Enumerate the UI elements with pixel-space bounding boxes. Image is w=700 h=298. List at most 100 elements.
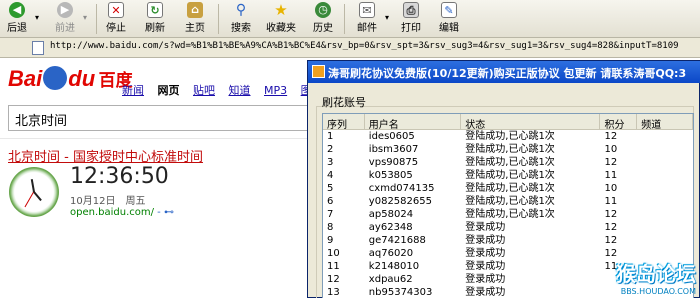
cell-user: ap58024 [368, 209, 414, 220]
cell-id: 1 [327, 131, 334, 142]
refresh-button[interactable]: ↻ 刷新 [140, 2, 170, 36]
nav-news[interactable]: 新闻 [122, 84, 144, 97]
cell-id: 12 [327, 274, 340, 285]
cell-id: 7 [327, 209, 334, 220]
cell-status: 登录成功 [465, 274, 506, 285]
home-button[interactable]: ⌂ 主页 [180, 2, 210, 36]
col-header-points[interactable]: 积分 [600, 114, 638, 131]
cell-status: 登录成功 [465, 248, 506, 259]
col-header-channel[interactable]: 频道 [637, 114, 693, 131]
cell-channel [637, 221, 693, 234]
table-header: 序列 用户名 状态 积分 频道 [323, 114, 693, 131]
cell-id: 8 [327, 222, 334, 233]
favorites-button[interactable]: ★ 收藏夹 [262, 2, 300, 36]
cell-user: vps90875 [368, 157, 419, 168]
forward-button[interactable]: ▶ 前进 [50, 2, 80, 36]
cell-user: cxmd074135 [368, 183, 435, 194]
back-label: 后退 [7, 23, 27, 34]
cell-id: 9 [327, 235, 334, 246]
cell-points: 12 [604, 209, 618, 220]
mail-button[interactable]: ✉ 邮件 [352, 2, 382, 36]
history-button[interactable]: ◷ 历史 [308, 2, 338, 36]
refresh-icon: ↻ [147, 2, 163, 18]
stop-label: 停止 [106, 23, 126, 34]
chevron-down-icon: ▾ [82, 13, 87, 22]
screenshot-root: ◀ 后退 ▾ ▶ 前进 ▾ ✕ 停止 ↻ 刷新 ⌂ 主页 ⚲ 搜索 ★ 收藏夹 … [0, 0, 700, 298]
cell-status: 登录成功 [465, 235, 506, 246]
edit-icon: ✎ [441, 2, 457, 18]
watermark-logo: 猴岛论坛 BBS.HOUDAO.COM [596, 258, 700, 298]
table-row[interactable]: 2 ibsm3607 登陆成功,已心跳1次 10 [323, 143, 693, 156]
table-row[interactable]: 8 ay62348 登录成功 12 [323, 221, 693, 234]
cell-user: xdpau62 [368, 274, 413, 285]
search-button[interactable]: ⚲ 搜索 [226, 2, 256, 36]
chevron-down-icon: ▾ [384, 13, 389, 22]
stop-icon: ✕ [108, 2, 124, 18]
nav-mp3[interactable]: MP3 [264, 84, 287, 97]
watermark-url: BBS.HOUDAO.COM [620, 287, 696, 296]
mail-icon: ✉ [359, 2, 375, 18]
table-row[interactable]: 6 y082582655 登陆成功,已心跳1次 11 [323, 195, 693, 208]
cell-channel [637, 143, 693, 156]
cell-points: 12 [604, 235, 618, 246]
cell-channel [637, 182, 693, 195]
stop-button[interactable]: ✕ 停止 [101, 2, 131, 36]
page-icon [32, 41, 44, 55]
cell-channel [637, 169, 693, 182]
search-input[interactable]: 北京时间 [8, 105, 308, 131]
logo-text-left: Bai [8, 66, 43, 91]
cell-points: 10 [604, 183, 618, 194]
table-row[interactable]: 5 cxmd074135 登陆成功,已心跳1次 10 [323, 182, 693, 195]
cell-id: 13 [327, 287, 340, 298]
result-title-link[interactable]: 北京时间 - 国家授时中心标准时间 [8, 146, 203, 165]
home-label: 主页 [185, 23, 205, 34]
result-url-text: open.baidu.com/ [70, 207, 154, 218]
cell-id: 4 [327, 170, 334, 181]
cell-points: 12 [604, 222, 618, 233]
cell-user: ides0605 [368, 131, 415, 142]
result-url[interactable]: open.baidu.com/ - ⊷ [70, 207, 174, 218]
baidu-logo[interactable]: Bai du 百度 [8, 66, 133, 100]
popup-titlebar[interactable]: 涛哥刷花协议免费版(10/12更新)购买正版协议 包更新 请联系涛哥QQ:3 [308, 61, 700, 83]
table-row[interactable]: 3 vps90875 登陆成功,已心跳1次 12 [323, 156, 693, 169]
cell-channel [637, 156, 693, 169]
back-arrow-icon: ◀ [9, 2, 25, 18]
table-row[interactable]: 7 ap58024 登陆成功,已心跳1次 12 [323, 208, 693, 221]
back-button[interactable]: ◀ 后退 [2, 2, 32, 36]
home-icon: ⌂ [187, 2, 203, 18]
nav-zhidao[interactable]: 知道 [229, 84, 251, 97]
cell-user: nb95374303 [368, 287, 433, 298]
cell-id: 11 [327, 261, 340, 272]
table-row[interactable]: 9 ge7421688 登录成功 12 [323, 234, 693, 247]
cell-user: aq76020 [368, 248, 414, 259]
popup-title: 涛哥刷花协议免费版(10/12更新)购买正版协议 包更新 请联系涛哥QQ:3 [328, 67, 687, 80]
weekday-text: 周五 [125, 196, 146, 207]
cell-id: 5 [327, 183, 334, 194]
col-header-status[interactable]: 状态 [461, 114, 601, 131]
favorites-label: 收藏夹 [266, 23, 296, 34]
cell-channel [637, 234, 693, 247]
cell-status: 登陆成功,已心跳1次 [465, 209, 555, 220]
nav-tieba[interactable]: 贴吧 [193, 84, 215, 97]
history-label: 历史 [313, 23, 333, 34]
cell-status: 登陆成功,已心跳1次 [465, 144, 555, 155]
cell-points: 12 [604, 131, 618, 142]
paw-icon [43, 66, 68, 90]
cell-user: y082582655 [368, 196, 432, 207]
cell-user: k053805 [368, 170, 413, 181]
address-url[interactable]: http://www.baidu.com/s?wd=%B1%B1%BE%A9%C… [50, 41, 679, 51]
table-row[interactable]: 1 ides0605 登陆成功,已心跳1次 12 [323, 130, 693, 143]
col-header-id[interactable]: 序列 [323, 114, 365, 131]
table-row[interactable]: 4 k053805 登陆成功,已心跳1次 11 [323, 169, 693, 182]
col-header-user[interactable]: 用户名 [365, 114, 462, 131]
edit-button[interactable]: ✎ 编辑 [434, 2, 464, 36]
nav-web[interactable]: 网页 [158, 84, 180, 97]
clock-icon [9, 167, 59, 217]
print-button[interactable]: ⎙ 打印 [396, 2, 426, 36]
baidu-page: Baidu 百度 新闻 网页 贴吧 知道 MP3 图片 北京时间 北京时间 - … [0, 58, 323, 298]
cell-user: k2148010 [368, 261, 420, 272]
cell-user: ge7421688 [368, 235, 426, 246]
divider [0, 138, 310, 139]
edit-label: 编辑 [439, 23, 459, 34]
address-bar[interactable]: http://www.baidu.com/s?wd=%B1%B1%BE%A9%C… [0, 38, 700, 58]
